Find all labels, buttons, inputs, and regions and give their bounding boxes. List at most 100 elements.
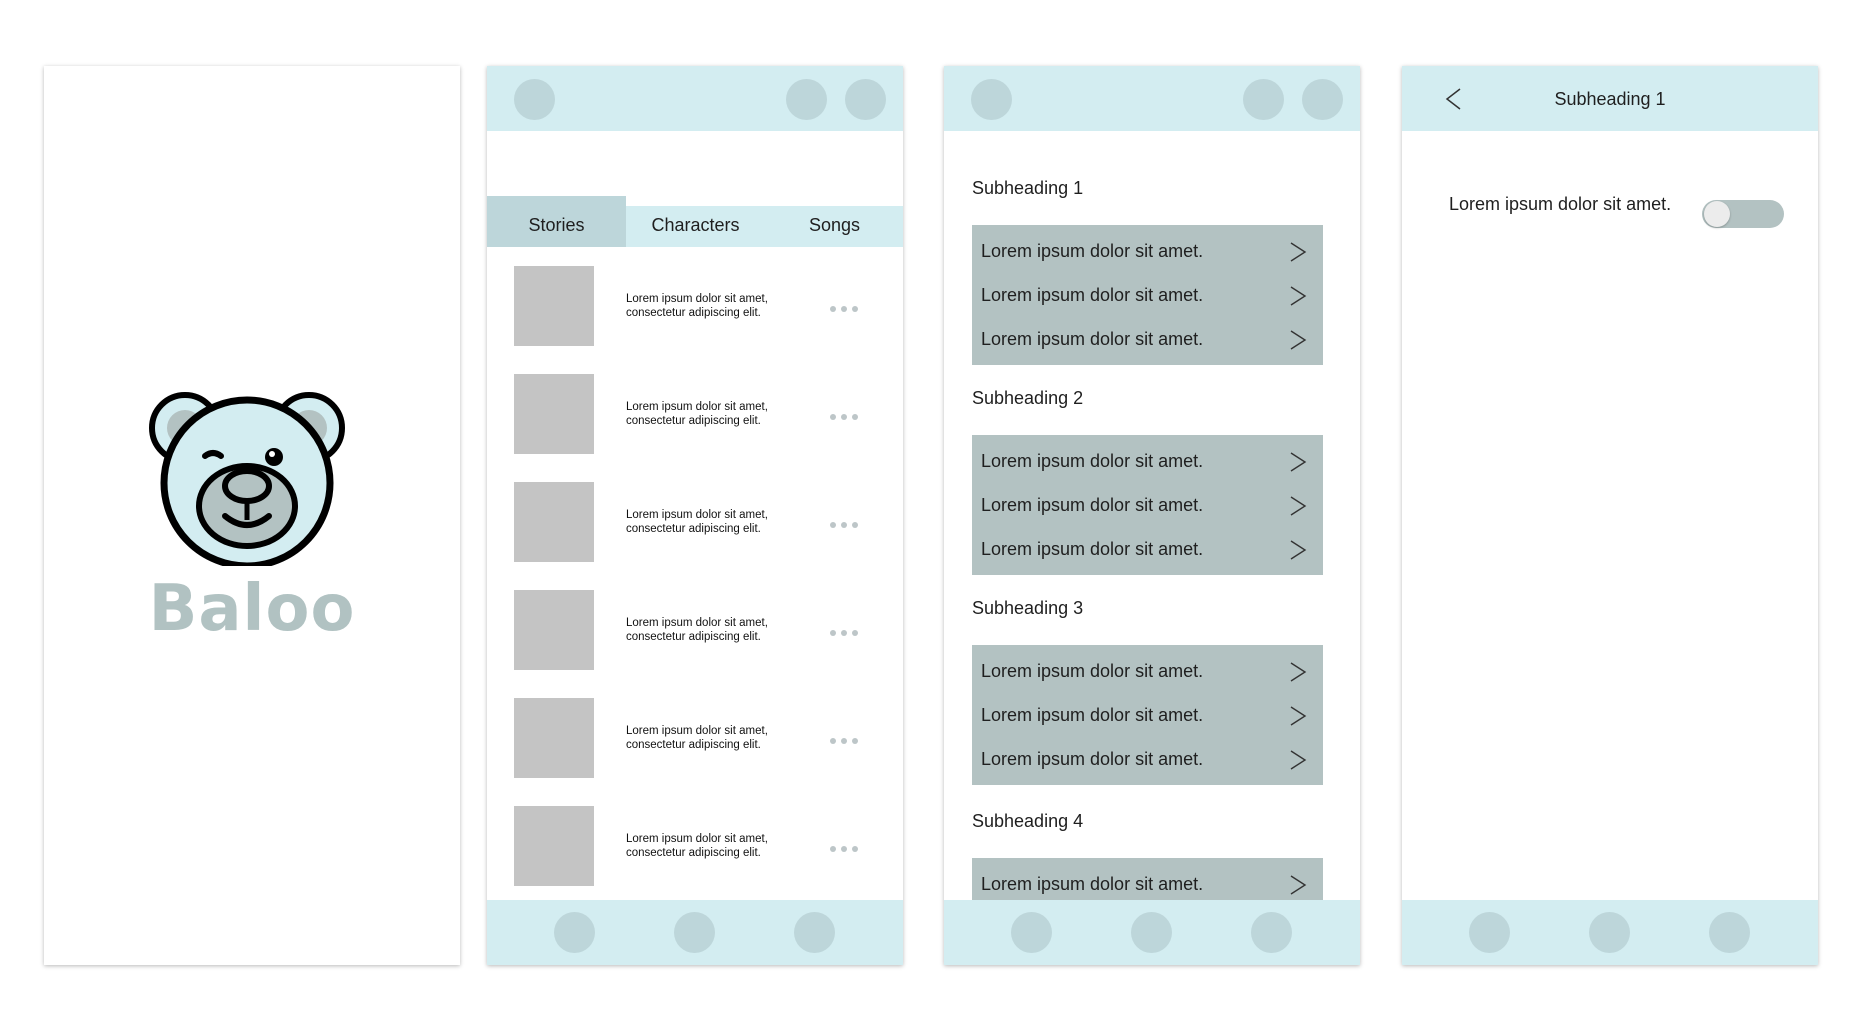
settings-item-label: Lorem ipsum dolor sit amet. — [981, 285, 1204, 305]
bear-face-icon — [147, 386, 347, 570]
profile-icon[interactable] — [845, 79, 886, 120]
top-bar — [944, 66, 1360, 131]
settings-item-label: Lorem ipsum dolor sit amet. — [981, 495, 1204, 515]
detail-screen: Subheading 1 Lorem ipsum dolor sit amet. — [1402, 66, 1818, 965]
nav-home-icon[interactable] — [1011, 912, 1052, 953]
settings-item-label: Lorem ipsum dolor sit amet. — [981, 539, 1204, 559]
story-text-line: consectetur adipiscing elit. — [626, 847, 761, 859]
menu-icon[interactable] — [971, 79, 1012, 120]
section-heading: Subheading 1 — [972, 178, 1084, 198]
stories-screen: Stories Characters Songs Lorem ipsum dol… — [487, 66, 903, 965]
bottom-nav-bar — [487, 900, 903, 965]
list-item[interactable]: Lorem ipsum dolor sit amet, consectetur a… — [514, 806, 876, 887]
settings-card: Lorem ipsum dolor sit amet. Lorem ipsum … — [972, 225, 1323, 365]
page-title: Subheading 1 — [1554, 89, 1666, 109]
settings-item[interactable]: Lorem ipsum dolor sit amet. — [972, 649, 1323, 693]
settings-item-label: Lorem ipsum dolor sit amet. — [981, 329, 1204, 349]
settings-item[interactable]: Lorem ipsum dolor sit amet. — [972, 317, 1323, 361]
story-text-line: Lorem ipsum dolor sit amet, — [626, 725, 768, 737]
story-thumbnail — [514, 266, 594, 346]
settings-item-label: Lorem ipsum dolor sit amet. — [981, 749, 1204, 769]
list-item[interactable]: Lorem ipsum dolor sit amet, consectetur a… — [514, 266, 876, 347]
setting-label: Lorem ipsum dolor sit amet. — [1449, 194, 1672, 214]
settings-item[interactable]: Lorem ipsum dolor sit amet. — [972, 527, 1323, 571]
settings-item[interactable]: Lorem ipsum dolor sit amet. — [972, 693, 1323, 737]
settings-item[interactable]: Lorem ipsum dolor sit amet. — [972, 273, 1323, 317]
settings-screen: Subheading 1 Lorem ipsum dolor sit amet.… — [944, 66, 1360, 965]
more-options-icon[interactable] — [830, 306, 862, 314]
nav-library-icon[interactable] — [1589, 912, 1630, 953]
settings-item-label: Lorem ipsum dolor sit amet. — [981, 661, 1204, 681]
chevron-right-icon — [1290, 706, 1307, 726]
nav-home-icon[interactable] — [554, 912, 595, 953]
toggle-knob — [1704, 201, 1730, 227]
more-options-icon[interactable] — [830, 630, 862, 638]
story-text-line: Lorem ipsum dolor sit amet, — [626, 833, 768, 845]
bottom-nav-bar — [1402, 900, 1818, 965]
tab-bar: Stories Characters Songs — [487, 196, 903, 247]
chevron-right-icon — [1290, 286, 1307, 306]
settings-item-label: Lorem ipsum dolor sit amet. — [981, 451, 1204, 471]
tab-songs[interactable]: Songs — [765, 196, 903, 247]
tab-characters[interactable]: Characters — [626, 196, 765, 247]
settings-item[interactable]: Lorem ipsum dolor sit amet. — [972, 737, 1323, 781]
chevron-right-icon — [1290, 496, 1307, 516]
story-thumbnail — [514, 482, 594, 562]
story-text-line: consectetur adipiscing elit. — [626, 523, 761, 535]
chevron-right-icon — [1290, 242, 1307, 262]
search-icon[interactable] — [786, 79, 827, 120]
chevron-right-icon — [1290, 662, 1307, 682]
settings-item[interactable]: Lorem ipsum dolor sit amet. — [972, 229, 1323, 273]
list-item[interactable]: Lorem ipsum dolor sit amet, consectetur a… — [514, 590, 876, 671]
story-thumbnail — [514, 698, 594, 778]
settings-card: Lorem ipsum dolor sit amet. Lorem ipsum … — [972, 645, 1323, 785]
section-heading: Subheading 3 — [972, 598, 1084, 618]
more-options-icon[interactable] — [830, 414, 862, 422]
nav-library-icon[interactable] — [674, 912, 715, 953]
splash-screen: Baloo — [44, 66, 460, 965]
chevron-right-icon — [1290, 750, 1307, 770]
nav-library-icon[interactable] — [1131, 912, 1172, 953]
setting-toggle[interactable] — [1702, 200, 1784, 228]
story-text-line: Lorem ipsum dolor sit amet, — [626, 293, 768, 305]
list-item[interactable]: Lorem ipsum dolor sit amet, consectetur a… — [514, 482, 876, 563]
list-item[interactable]: Lorem ipsum dolor sit amet, consectetur a… — [514, 698, 876, 779]
story-text-line: consectetur adipiscing elit. — [626, 415, 761, 427]
story-thumbnail — [514, 806, 594, 886]
tab-stories[interactable]: Stories — [487, 196, 626, 247]
list-item[interactable]: Lorem ipsum dolor sit amet, consectetur a… — [514, 374, 876, 455]
menu-icon[interactable] — [514, 79, 555, 120]
chevron-right-icon — [1290, 452, 1307, 472]
top-bar — [487, 66, 903, 131]
settings-item[interactable]: Lorem ipsum dolor sit amet. — [972, 483, 1323, 527]
story-text-line: Lorem ipsum dolor sit amet, — [626, 617, 768, 629]
story-text-line: Lorem ipsum dolor sit amet, — [626, 401, 768, 413]
profile-icon[interactable] — [1302, 79, 1343, 120]
chevron-right-icon — [1290, 540, 1307, 560]
more-options-icon[interactable] — [830, 522, 862, 530]
story-text-line: consectetur adipiscing elit. — [626, 631, 761, 643]
nav-home-icon[interactable] — [1469, 912, 1510, 953]
chevron-right-icon — [1290, 330, 1307, 350]
story-text-line: Lorem ipsum dolor sit amet, — [626, 509, 768, 521]
more-options-icon[interactable] — [830, 738, 862, 746]
story-text-line: consectetur adipiscing elit. — [626, 739, 761, 751]
settings-item-label: Lorem ipsum dolor sit amet. — [981, 705, 1204, 725]
section-heading: Subheading 2 — [972, 388, 1084, 408]
story-thumbnail — [514, 374, 594, 454]
story-thumbnail — [514, 590, 594, 670]
nav-settings-icon[interactable] — [794, 912, 835, 953]
top-bar: Subheading 1 — [1402, 66, 1818, 131]
bottom-nav-bar — [944, 900, 1360, 965]
nav-settings-icon[interactable] — [1709, 912, 1750, 953]
search-icon[interactable] — [1243, 79, 1284, 120]
more-options-icon[interactable] — [830, 846, 862, 854]
settings-item[interactable]: Lorem ipsum dolor sit amet. — [972, 439, 1323, 483]
settings-item-label: Lorem ipsum dolor sit amet. — [981, 241, 1204, 261]
nav-settings-icon[interactable] — [1251, 912, 1292, 953]
brand-name: Baloo — [148, 572, 356, 646]
settings-card: Lorem ipsum dolor sit amet. Lorem ipsum … — [972, 435, 1323, 575]
chevron-right-icon — [1290, 875, 1307, 895]
story-text-line: consectetur adipiscing elit. — [626, 307, 761, 319]
section-heading: Subheading 4 — [972, 811, 1084, 831]
